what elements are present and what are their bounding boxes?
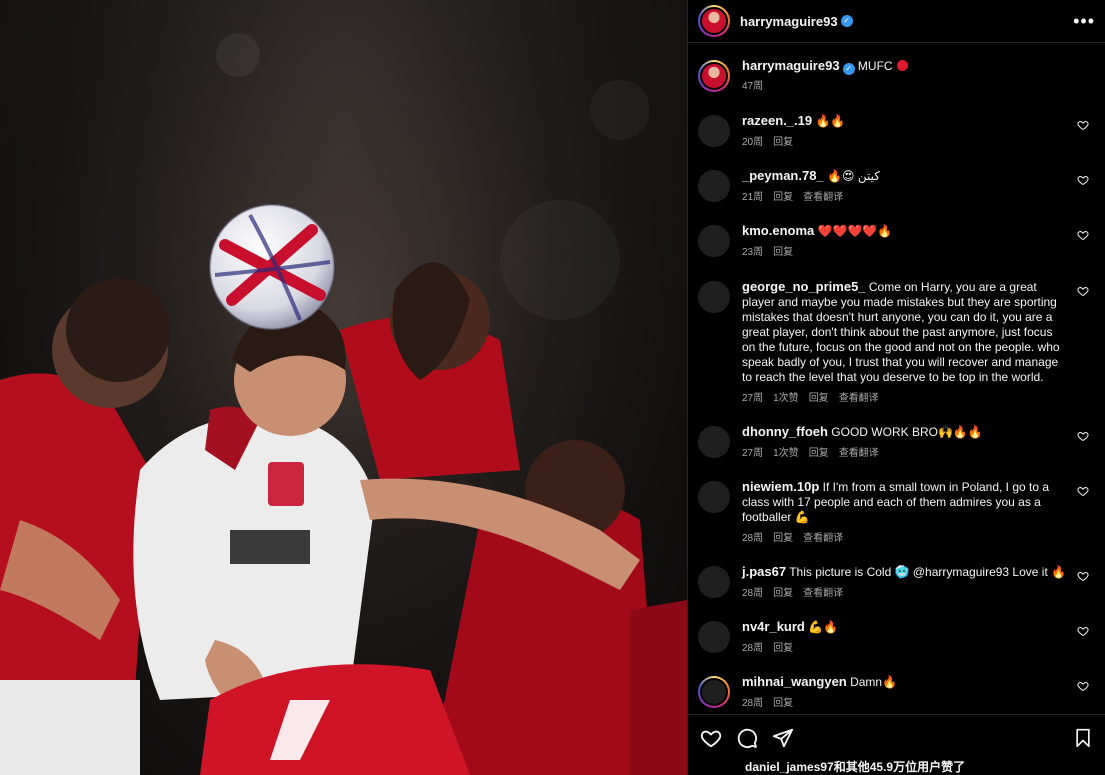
- reply-button[interactable]: 回复: [773, 696, 793, 711]
- comment-time: 28周: [742, 643, 764, 654]
- commenter-avatar[interactable]: [698, 481, 730, 513]
- comment-time: 28周: [742, 588, 764, 599]
- commenter-avatar[interactable]: [698, 170, 730, 202]
- caption-time: 47周: [742, 81, 764, 92]
- comment-item: nv4r_kurd 💪🔥 28周 回复: [698, 619, 1093, 674]
- reply-button[interactable]: 回复: [773, 531, 793, 546]
- comment-item: mihnai_wangyen Damn🔥 28周 回复: [698, 674, 1093, 714]
- see-translation-button[interactable]: 查看翻译: [803, 586, 843, 601]
- comment-username[interactable]: j.pas67: [742, 564, 786, 579]
- reply-button[interactable]: 回复: [809, 446, 829, 461]
- comment-like-heart-icon[interactable]: [1077, 430, 1089, 442]
- commenter-avatar[interactable]: [698, 621, 730, 653]
- caption: harrymaguire93 ✓ MUFC 47周: [698, 58, 1093, 113]
- caption-text: MUFC: [857, 59, 893, 73]
- author-avatar[interactable]: [698, 5, 730, 37]
- reply-button[interactable]: 回复: [773, 641, 793, 656]
- comment-like-heart-icon[interactable]: [1077, 680, 1089, 692]
- comment-time: 28周: [742, 533, 764, 544]
- comment-time: 27周: [742, 393, 764, 404]
- comment-item: dhonny_ffoeh GOOD WORK BRO🙌🔥🔥 27周 1次赞 回复 查看…: [698, 424, 1093, 479]
- comment-time: 28周: [742, 698, 764, 709]
- comment-like-count[interactable]: 1次赞: [773, 391, 799, 406]
- comment-text: ❤️❤️❤️❤️🔥: [817, 224, 893, 238]
- post-image[interactable]: [0, 0, 687, 775]
- caption-username[interactable]: harrymaguire93: [742, 58, 840, 73]
- comment-item: kmo.enoma ❤️❤️❤️❤️🔥 23周 回复: [698, 223, 1093, 279]
- action-bar: [700, 727, 1093, 749]
- comment-text: 🔥😍 كيتن: [827, 169, 880, 183]
- commenter-avatar[interactable]: [698, 225, 730, 257]
- comment-like-heart-icon[interactable]: [1077, 229, 1089, 241]
- comment-like-heart-icon[interactable]: [1077, 119, 1089, 131]
- comment-item: razeen._.19 🔥🔥 20周 回复: [698, 113, 1093, 168]
- post-actions-footer: daniel_james97和其他45.9万位用户赞了: [688, 714, 1105, 775]
- verified-badge-icon: ✓: [842, 63, 855, 75]
- comment-time: 27周: [742, 448, 764, 459]
- comment-time: 23周: [742, 247, 764, 258]
- comment-like-heart-icon[interactable]: [1077, 570, 1089, 582]
- comment-item: _peyman.78_ 🔥😍 كيتن 21周 回复 查看翻译: [698, 168, 1093, 223]
- comment-like-heart-icon[interactable]: [1077, 485, 1089, 497]
- comment-username[interactable]: razeen._.19: [742, 113, 812, 128]
- comment-time: 20周: [742, 137, 764, 148]
- comment-item: niewiem.10p If I'm from a small town in …: [698, 479, 1093, 564]
- comment-item: j.pas67 This picture is Cold 🥶 @harrymag…: [698, 564, 1093, 619]
- verified-badge-icon: ✓: [840, 15, 853, 27]
- comment-username[interactable]: mihnai_wangyen: [742, 674, 847, 689]
- comment-username[interactable]: nv4r_kurd: [742, 619, 805, 634]
- bookmark-icon[interactable]: [1073, 727, 1093, 749]
- commenter-avatar[interactable]: [698, 566, 730, 598]
- comment-text: This picture is Cold 🥶 @harrymaguire93 L…: [789, 565, 1067, 579]
- comment-text: Come on Harry, you are a great player an…: [742, 280, 1060, 384]
- comments-list[interactable]: harrymaguire93 ✓ MUFC 47周 razeen._.19 🔥🔥 …: [688, 44, 1105, 714]
- likes-summary[interactable]: daniel_james97和其他45.9万位用户赞了: [700, 758, 1093, 775]
- comment-text: GOOD WORK BRO🙌🔥🔥: [831, 425, 983, 439]
- red-circle-icon: [896, 60, 908, 71]
- comment-username[interactable]: kmo.enoma: [742, 223, 814, 238]
- reply-button[interactable]: 回复: [773, 245, 793, 260]
- comment-like-heart-icon[interactable]: [1077, 285, 1089, 297]
- commenter-avatar[interactable]: [698, 676, 730, 708]
- see-translation-button[interactable]: 查看翻译: [839, 446, 879, 461]
- comment-like-count[interactable]: 1次赞: [773, 446, 799, 461]
- reply-button[interactable]: 回复: [773, 135, 793, 150]
- comment-item: george_no_prime5_ Come on Harry, you are…: [698, 279, 1093, 424]
- comment-username[interactable]: dhonny_ffoeh: [742, 424, 828, 439]
- comment-like-heart-icon[interactable]: [1077, 625, 1089, 637]
- caption-avatar[interactable]: [698, 60, 730, 92]
- author-username[interactable]: harrymaguire93: [740, 14, 838, 29]
- comment-time: 21周: [742, 192, 764, 203]
- commenter-avatar[interactable]: [698, 426, 730, 458]
- comment-text: 🔥🔥: [815, 114, 846, 128]
- reply-button[interactable]: 回复: [809, 391, 829, 406]
- commenter-avatar[interactable]: [698, 115, 730, 147]
- more-options-icon[interactable]: •••: [1073, 11, 1095, 32]
- heart-icon[interactable]: [700, 727, 722, 749]
- comment-username[interactable]: niewiem.10p: [742, 479, 819, 494]
- comment-like-heart-icon[interactable]: [1077, 174, 1089, 186]
- post-header: harrymaguire93 ✓ •••: [688, 0, 1105, 43]
- reply-button[interactable]: 回复: [773, 190, 793, 205]
- commenter-avatar[interactable]: [698, 281, 730, 313]
- reply-button[interactable]: 回复: [773, 586, 793, 601]
- see-translation-button[interactable]: 查看翻译: [803, 531, 843, 546]
- football-header-illustration: [0, 0, 687, 775]
- comment-icon[interactable]: [736, 727, 758, 749]
- comment-username[interactable]: george_no_prime5_: [742, 279, 866, 294]
- share-icon[interactable]: [772, 727, 794, 749]
- see-translation-button[interactable]: 查看翻译: [803, 190, 843, 205]
- comment-text: Damn🔥: [850, 675, 898, 689]
- post-side-panel: harrymaguire93 ✓ ••• harrymaguire93 ✓ MUF…: [687, 0, 1105, 775]
- comment-text: 💪🔥: [808, 620, 839, 634]
- see-translation-button[interactable]: 查看翻译: [839, 391, 879, 406]
- comment-username[interactable]: _peyman.78_: [742, 168, 824, 183]
